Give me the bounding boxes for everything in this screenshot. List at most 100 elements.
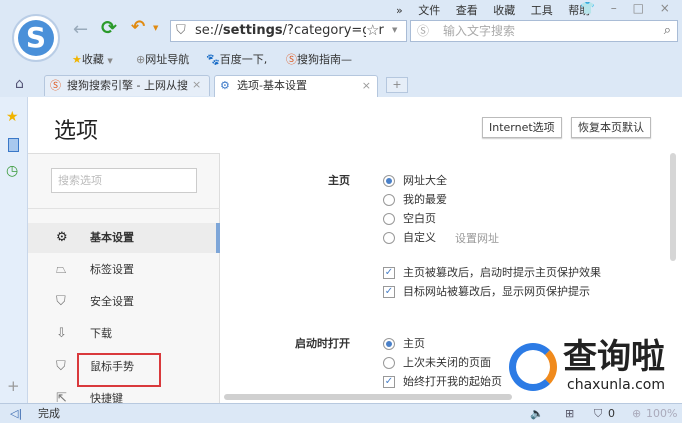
menu-more[interactable]: » xyxy=(396,4,403,17)
bookmark-favorites[interactable]: ★收藏 ▼ xyxy=(72,51,113,67)
window-controls: 👕 – □ × xyxy=(580,1,670,15)
search-input[interactable]: Ⓢ 输入文字搜索 ⌕ xyxy=(410,20,678,42)
option-label: 主页 xyxy=(403,337,425,350)
zoom-level[interactable]: 100% xyxy=(646,404,677,423)
settings-nav: 搜索选项 ⚙ 基本设置 ⏢ 标签设置 ⛉ 安全设置 ⇩ 下载 ⛉ 鼠标手势 ⇱ 快捷键 xyxy=(28,153,220,406)
option-label: 上次未关闭的页面 xyxy=(403,356,491,369)
nav-download[interactable]: ⇩ 下载 xyxy=(28,319,220,349)
volume-icon[interactable]: 🔈 xyxy=(530,404,544,423)
maximize-button[interactable]: □ xyxy=(633,1,644,15)
minimize-button[interactable]: – xyxy=(611,1,617,15)
tab-sogou[interactable]: Ⓢ 搜狗搜索引擎 - 上网从搜 xyxy=(44,75,210,96)
menu-bar: » 文件 查看 收藏 工具 帮助 xyxy=(384,2,590,18)
tab-settings[interactable]: ⚙ 选项-基本设置 × xyxy=(214,75,378,97)
option-label: 始终打开我的起始页 xyxy=(403,375,502,388)
radio-homepage-3[interactable]: 自定义 xyxy=(383,229,436,245)
undo-dropdown-icon[interactable]: ▼ xyxy=(153,24,158,32)
tab-icon: ⏢ xyxy=(56,262,67,277)
address-dropdown-icon[interactable]: ▼ xyxy=(392,26,397,34)
add-icon[interactable]: + xyxy=(7,377,20,395)
star-icon: ★ xyxy=(72,53,82,66)
address-bold: settings xyxy=(222,23,283,38)
check-startup-page[interactable]: ✓ 始终打开我的起始页 xyxy=(383,373,502,389)
restore-defaults-button[interactable]: 恢复本页默认 xyxy=(571,117,651,138)
option-label: 我的最爱 xyxy=(403,193,447,206)
sogou-search-icon: Ⓢ xyxy=(417,24,430,38)
adblock-icon[interactable]: ⛉ xyxy=(594,404,602,423)
refresh-icon[interactable]: ⟳ xyxy=(101,17,117,39)
back-icon[interactable]: ← xyxy=(73,19,88,40)
nav-security[interactable]: ⛉ 安全设置 xyxy=(28,287,220,317)
favorites-icon[interactable]: ★ xyxy=(6,109,19,125)
set-url-link[interactable]: 设置网址 xyxy=(455,230,499,246)
bookmark-guide[interactable]: Ⓢ搜狗指南— xyxy=(286,51,352,67)
history-icon[interactable]: ◷ xyxy=(6,163,18,179)
reader-icon[interactable] xyxy=(8,138,19,152)
zoom-icon[interactable]: ⊕ xyxy=(632,404,641,423)
horizontal-scrollbar[interactable] xyxy=(224,394,512,400)
sidebar-toggle-icon[interactable]: ◁| xyxy=(10,404,22,423)
radio-button[interactable] xyxy=(383,338,395,350)
radio-button[interactable] xyxy=(383,175,395,187)
undo-icon[interactable]: ↶ xyxy=(131,17,145,37)
nav-label: 基本设置 xyxy=(90,231,134,244)
checkbox[interactable]: ✓ xyxy=(383,286,395,298)
option-label: 空白页 xyxy=(403,212,436,225)
radio-homepage-1[interactable]: 我的最爱 xyxy=(383,191,447,207)
nav-basic[interactable]: ⚙ 基本设置 xyxy=(28,223,220,253)
magnifier-icon[interactable]: ⌕ xyxy=(664,21,671,41)
page-title: 选项 xyxy=(54,119,99,144)
radio-button[interactable] xyxy=(383,232,395,244)
bookmark-nav[interactable]: ⊕网址导航 xyxy=(136,51,189,67)
radio-startup-1[interactable]: 上次未关闭的页面 xyxy=(383,354,491,370)
tab-label: 选项-基本设置 xyxy=(237,79,307,92)
adblock-count: 0 xyxy=(608,407,615,420)
download-icon: ⇩ xyxy=(56,326,67,341)
bookmark-baidu[interactable]: 🐾百度一下, xyxy=(206,51,267,67)
sogou-logo[interactable]: S xyxy=(12,14,60,62)
menu-favorites[interactable]: 收藏 xyxy=(493,4,515,17)
radio-button[interactable] xyxy=(383,213,395,225)
checkbox[interactable]: ✓ xyxy=(383,267,395,279)
checkbox[interactable]: ✓ xyxy=(383,376,395,388)
option-label: 网址大全 xyxy=(403,174,447,187)
status-text: 完成 xyxy=(38,407,60,420)
check-site-protect[interactable]: ✓ 目标网站被篡改后，显示网页保护提示 xyxy=(383,283,590,299)
active-indicator xyxy=(216,223,220,253)
left-sidebar: ★ ◷ + xyxy=(0,97,28,403)
nav-tabs[interactable]: ⏢ 标签设置 xyxy=(28,255,220,285)
internet-options-button[interactable]: Internet选项 xyxy=(482,117,562,138)
nav-mouse-gesture[interactable]: ⛉ 鼠标手势 xyxy=(28,352,220,387)
radio-button[interactable] xyxy=(383,194,395,206)
divider xyxy=(28,208,220,209)
menu-file[interactable]: 文件 xyxy=(418,4,440,17)
radio-homepage-2[interactable]: 空白页 xyxy=(383,210,436,226)
new-tab-button[interactable]: + xyxy=(386,77,408,93)
gear-icon: ⚙ xyxy=(56,230,68,245)
menu-tools[interactable]: 工具 xyxy=(531,4,553,17)
extension-icon[interactable]: ⊞ xyxy=(565,404,574,423)
close-button[interactable]: × xyxy=(660,1,670,15)
nav-label: 下载 xyxy=(90,327,112,340)
bookmark-label: 收藏 xyxy=(81,53,104,66)
settings-search-input[interactable]: 搜索选项 xyxy=(51,168,197,193)
check-homepage-protect[interactable]: ✓ 主页被篡改后，启动时提示主页保护效果 xyxy=(383,264,601,280)
option-label: 主页被篡改后，启动时提示主页保护效果 xyxy=(403,266,601,279)
home-icon[interactable]: ⌂ xyxy=(15,76,24,92)
tab-close-icon[interactable]: × xyxy=(192,78,202,91)
watermark-url: chaxunla.com xyxy=(567,377,665,393)
radio-startup-0[interactable]: 主页 xyxy=(383,335,425,351)
star-icon[interactable]: ☆ xyxy=(366,21,380,39)
vertical-scrollbar[interactable] xyxy=(670,153,676,261)
radio-button[interactable] xyxy=(383,357,395,369)
settings-icon: ⚙ xyxy=(220,79,230,92)
option-label: 自定义 xyxy=(403,231,436,244)
nav-label: 安全设置 xyxy=(90,295,134,308)
tab-close-icon[interactable]: × xyxy=(362,76,371,96)
shield-check-icon: ⛉ xyxy=(56,294,66,309)
menu-view[interactable]: 查看 xyxy=(456,4,478,17)
watermark-text: 查询啦 xyxy=(563,337,665,377)
radio-homepage-0[interactable]: 网址大全 xyxy=(383,172,447,188)
homepage-label: 主页 xyxy=(328,174,350,187)
skin-icon[interactable]: 👕 xyxy=(580,1,595,15)
